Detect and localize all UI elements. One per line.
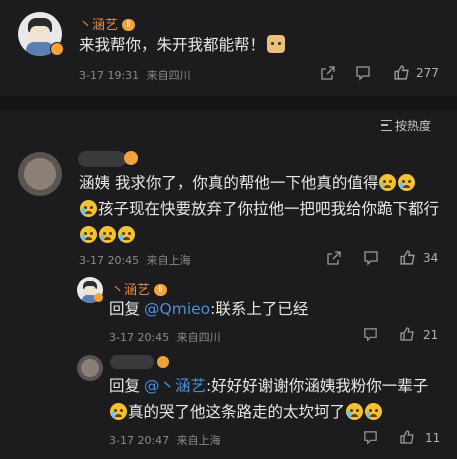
verified-badge-icon xyxy=(50,42,64,56)
divider xyxy=(0,96,457,110)
timestamp: 3-17 20:45 xyxy=(109,331,170,344)
mention-link[interactable]: @Qmieo xyxy=(144,300,210,318)
mention-link[interactable]: @丶涵艺 xyxy=(144,377,206,395)
crying-face-icon xyxy=(346,403,364,420)
crying-face-icon xyxy=(99,226,116,243)
like-count: 21 xyxy=(423,328,439,342)
location: 来自上海 xyxy=(146,254,191,267)
comment-icon[interactable] xyxy=(355,65,371,81)
sort-toggle[interactable]: 按热度 xyxy=(381,117,431,134)
crying-face-icon xyxy=(379,174,397,191)
crying-face-icon xyxy=(365,403,383,420)
like-count: 277 xyxy=(416,66,439,80)
like-icon[interactable] xyxy=(399,429,415,445)
like-count: 34 xyxy=(423,251,439,265)
crying-face-icon xyxy=(80,200,97,217)
timestamp: 3-17 20:47 xyxy=(109,434,170,447)
blurred-username[interactable] xyxy=(110,355,154,369)
location: 来自四川 xyxy=(146,69,191,82)
reply-text: 回复 @Qmieo:联系上了已经 xyxy=(109,300,309,318)
share-icon[interactable] xyxy=(326,250,342,266)
share-icon[interactable] xyxy=(320,65,336,81)
location: 来自四川 xyxy=(176,331,221,344)
sort-icon xyxy=(381,120,392,131)
fan-badge-icon xyxy=(157,356,169,368)
like-icon[interactable] xyxy=(393,64,410,81)
crying-face-icon xyxy=(398,174,416,191)
location: 来自上海 xyxy=(176,434,221,447)
comment-icon[interactable] xyxy=(363,430,378,445)
comment-icon[interactable] xyxy=(363,250,379,266)
crying-face-icon xyxy=(110,403,127,420)
like-count: 11 xyxy=(425,431,441,445)
blurred-username[interactable] xyxy=(78,151,126,167)
level-badge: Ⅱ xyxy=(122,19,135,31)
doge-icon xyxy=(267,35,286,53)
timestamp: 3-17 20:45 xyxy=(79,254,140,267)
crying-face-icon xyxy=(118,226,135,243)
avatar[interactable] xyxy=(77,355,103,381)
username[interactable]: 丶涵艺 xyxy=(79,18,118,33)
comment-icon[interactable] xyxy=(363,327,378,342)
comment-text: 涵姨 我求你了，你真的帮他一下他真的值得 孩子现在快要放弃了你拉他一把吧我给你跪… xyxy=(79,170,439,248)
level-badge: Ⅱ xyxy=(154,284,167,296)
like-icon[interactable] xyxy=(399,326,415,342)
avatar[interactable] xyxy=(18,152,62,196)
reply-text: 回复 @丶涵艺:好好好谢谢你涵姨我粉你一辈子 真的哭了他这条路走的太坎坷了 xyxy=(109,377,429,421)
timestamp: 3-17 19:31 xyxy=(79,69,140,82)
comment-text: 来我帮你，朱开我都能帮！ xyxy=(79,32,439,58)
like-icon[interactable] xyxy=(399,249,416,266)
crying-face-icon xyxy=(80,226,97,243)
fan-badge-icon xyxy=(124,151,138,165)
verified-badge-icon xyxy=(94,293,103,302)
